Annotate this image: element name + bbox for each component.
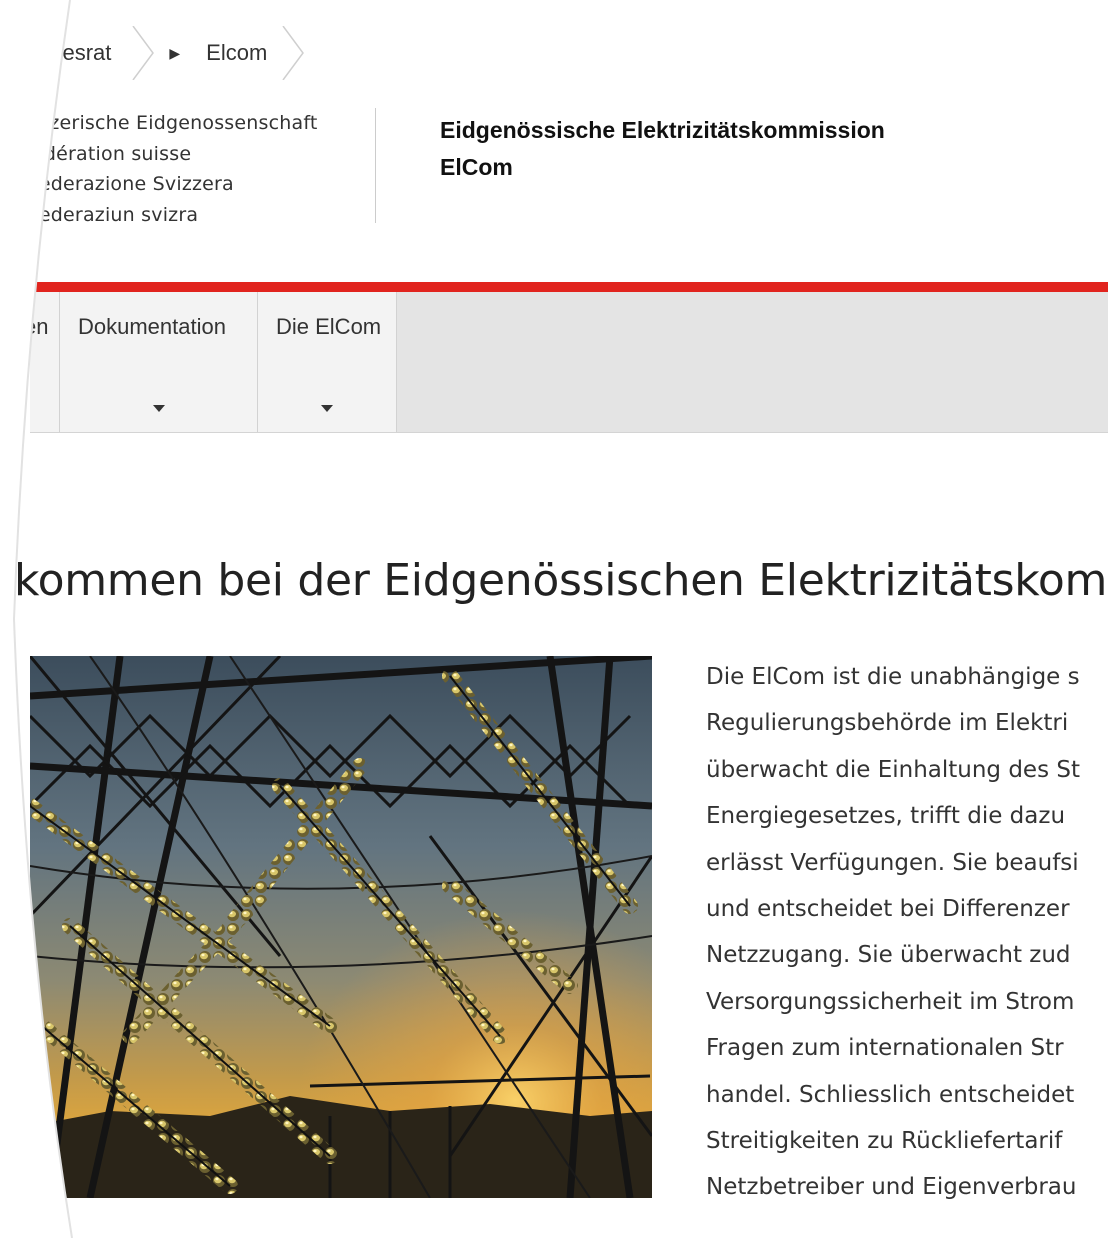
caret-right-icon: ▶ <box>169 44 181 61</box>
header-accent-bar <box>30 282 1108 292</box>
intro-line: Die ElCom ist die unabhängige s <box>706 664 1080 690</box>
logo-line-fr: édération suisse <box>32 142 192 165</box>
breadcrumb-item-bundesrat[interactable]: ndesrat <box>38 26 155 80</box>
org-name-full: Eidgenössische Elektrizitätskommission <box>440 117 885 143</box>
page-title: kommen bei der Eidgenössischen Elektrizi… <box>14 555 1108 606</box>
nav-item-label: en <box>24 314 49 339</box>
logo-divider <box>375 108 376 223</box>
intro-line: überwacht die Einhaltung des St <box>706 756 1080 783</box>
breadcrumb: ndesrat ▶ Elcom <box>38 26 305 80</box>
logo-line-it: federazione Svizzera <box>32 173 234 195</box>
logo-line-de: eizerische Eidgenossenschaft <box>32 112 318 134</box>
intro-line: und entscheidet bei Differenzer <box>706 895 1070 922</box>
confederation-logo-text[interactable]: eizerische Eidgenossenschaft édération s… <box>32 108 318 230</box>
intro-line: erlässt Verfügungen. Sie beaufsi <box>706 849 1079 876</box>
org-name-short: ElCom <box>440 154 513 180</box>
caret-down-icon <box>152 405 165 412</box>
breadcrumb-item-elcom[interactable]: ▶ Elcom <box>155 26 305 80</box>
intro-line: handel. Schliesslich entscheidet <box>706 1081 1075 1108</box>
breadcrumb-label: Elcom <box>206 40 268 65</box>
page: ndesrat ▶ Elcom eizerische Eidgenossensc… <box>0 0 1108 1238</box>
main-nav: en Dokumentation Die ElCom <box>24 292 1108 433</box>
nav-item-label: Die ElCom <box>276 314 382 339</box>
logo-line-rm: federaziun svizra <box>32 203 199 226</box>
intro-line: Netzzugang. Sie überwacht zud <box>706 942 1071 969</box>
intro-line: Streitigkeiten zu Rückliefertarif <box>706 1127 1063 1154</box>
intro-paragraph: Die ElCom ist die unabhängige s Regulier… <box>706 654 1108 1211</box>
intro-line: Regulierungsbehörde im Elektri <box>706 710 1069 737</box>
power-line-insulators-image <box>30 656 652 1198</box>
nav-item-die-elcom[interactable]: Die ElCom <box>258 292 397 432</box>
intro-line: Energiegesetzes, trifft die dazu <box>706 803 1066 830</box>
caret-down-icon <box>321 405 333 412</box>
nav-item-dokumentation[interactable]: Dokumentation <box>60 292 258 432</box>
intro-line: Fragen zum internationalen Str <box>706 1035 1064 1062</box>
breadcrumb-separator-icon <box>282 26 305 80</box>
intro-line: Versorgungssicherheit im Strom <box>706 988 1075 1015</box>
breadcrumb-label: ndesrat <box>38 40 112 65</box>
intro-line: Netzbetreiber und Eigenverbrau <box>706 1174 1077 1201</box>
nav-item-label: Dokumentation <box>78 314 226 339</box>
breadcrumb-separator-icon <box>132 26 155 80</box>
nav-item-themen[interactable]: en <box>24 292 60 432</box>
org-name: Eidgenössische Elektrizitätskommission E… <box>440 112 885 186</box>
